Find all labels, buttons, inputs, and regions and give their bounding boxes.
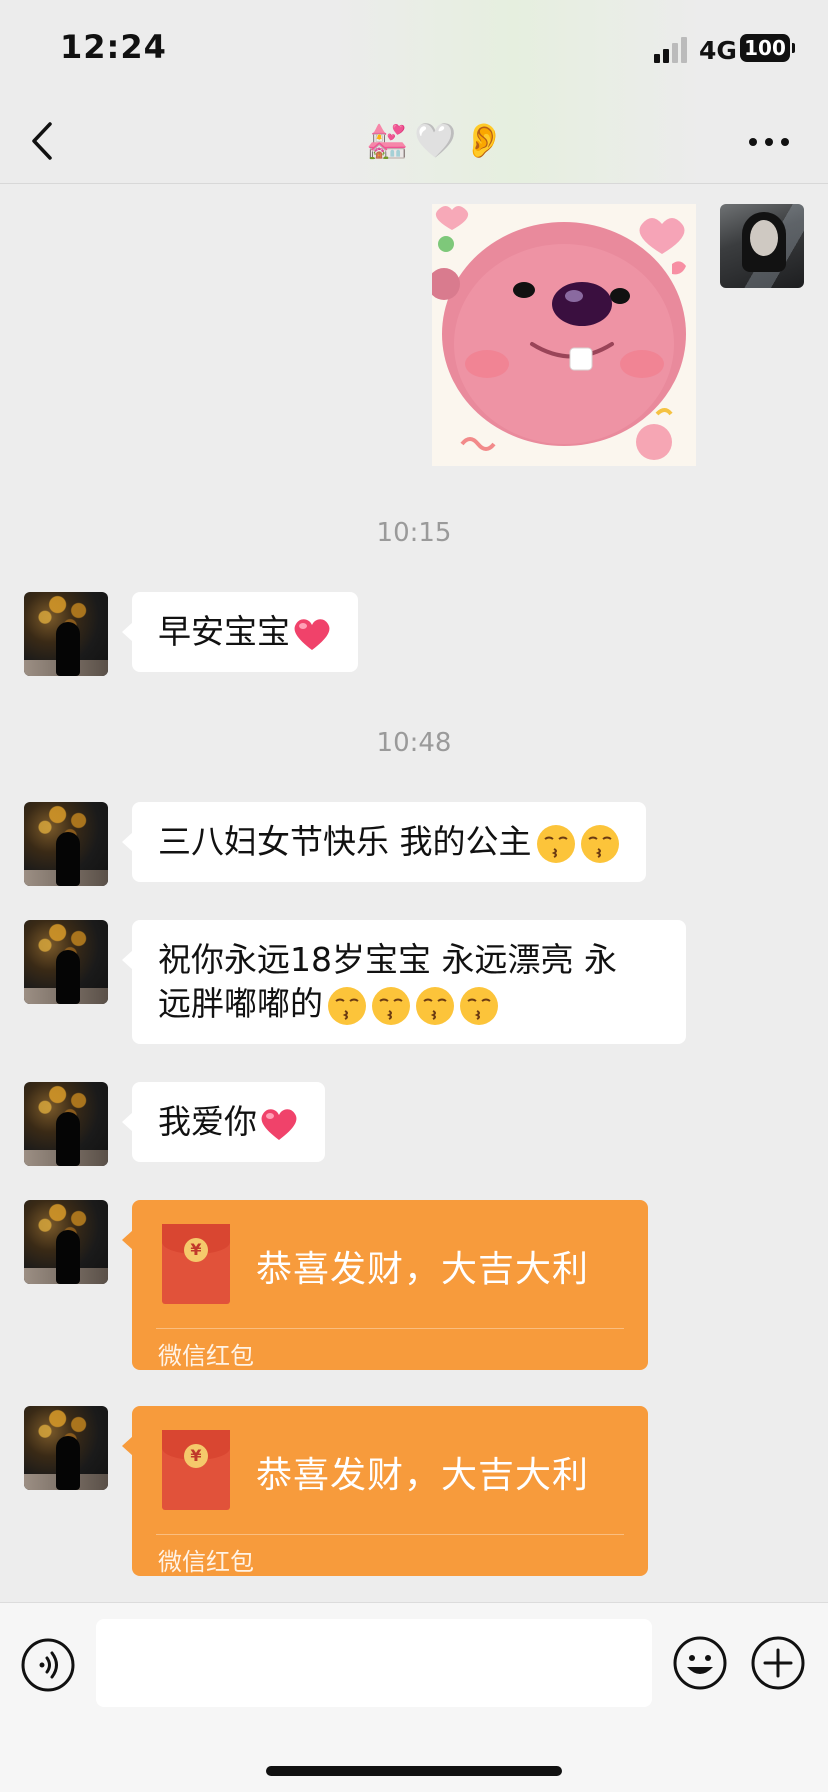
divider bbox=[156, 1534, 624, 1535]
red-packet-card[interactable]: ¥ 恭喜发财，大吉大利 微信红包 bbox=[122, 1406, 648, 1576]
chat-input-bar bbox=[0, 1602, 828, 1792]
divider bbox=[156, 1328, 624, 1329]
chat-header: 💒 🤍 👂 bbox=[0, 100, 828, 184]
message-bubble[interactable]: 三八妇女节快乐 我的公主 bbox=[122, 802, 646, 882]
message-text: 远胖嘟嘟的 bbox=[158, 984, 323, 1023]
message-text: 我爱你 bbox=[158, 1102, 257, 1141]
contact-name: 💒 🤍 👂 bbox=[366, 116, 505, 166]
message-input[interactable] bbox=[96, 1619, 652, 1707]
friend-avatar[interactable] bbox=[24, 1406, 108, 1490]
timestamp: 10:15 bbox=[376, 518, 452, 548]
message-text-line: 远胖嘟嘟的 bbox=[158, 982, 660, 1026]
message-bubble[interactable]: 早安宝宝 bbox=[122, 592, 358, 672]
ear-icon: 👂 bbox=[462, 121, 506, 161]
status-bar: 12:24 4G 100 bbox=[0, 0, 828, 100]
red-packet-card[interactable]: ¥ 恭喜发财，大吉大利 微信红包 bbox=[122, 1200, 648, 1370]
more-options-icon[interactable] bbox=[744, 124, 794, 160]
network-type: 4G bbox=[699, 36, 737, 65]
white-heart-icon: 🤍 bbox=[414, 121, 457, 161]
red-envelope-icon: ¥ bbox=[162, 1430, 230, 1510]
timestamp: 10:48 bbox=[376, 728, 452, 758]
red-packet-title: 恭喜发财，大吉大利 bbox=[256, 1455, 590, 1496]
wedding-chapel-icon: 💒 bbox=[366, 121, 409, 161]
message-text-line: 祝你永远18岁宝宝 永远漂亮 永 bbox=[158, 940, 617, 979]
back-chevron-icon[interactable] bbox=[28, 118, 58, 164]
message-text: 三八妇女节快乐 我的公主 bbox=[158, 822, 532, 861]
red-packet-label: 微信红包 bbox=[158, 1342, 254, 1370]
red-packet-title: 恭喜发财，大吉大利 bbox=[256, 1249, 590, 1290]
kissing-face-emoji-icon bbox=[328, 986, 366, 1025]
friend-avatar[interactable] bbox=[24, 802, 108, 886]
friend-avatar[interactable] bbox=[24, 1082, 108, 1166]
kissing-face-emoji-icon bbox=[416, 986, 454, 1025]
message-bubble[interactable]: 我爱你 bbox=[122, 1082, 325, 1162]
kissing-face-emoji-icon bbox=[536, 824, 575, 863]
voice-input-icon[interactable] bbox=[20, 1637, 76, 1693]
message-bubble[interactable]: 祝你永远18岁宝宝 永远漂亮 永 远胖嘟嘟的 bbox=[122, 920, 686, 1044]
red-envelope-icon: ¥ bbox=[162, 1224, 230, 1304]
plus-circle-icon[interactable] bbox=[750, 1635, 806, 1691]
message-text: 早安宝宝 bbox=[158, 612, 290, 651]
home-indicator[interactable] bbox=[266, 1766, 562, 1776]
battery-icon: 100 bbox=[740, 34, 795, 62]
sent-sticker-image[interactable] bbox=[432, 204, 696, 466]
friend-avatar[interactable] bbox=[24, 592, 108, 676]
red-packet-label: 微信红包 bbox=[158, 1548, 254, 1576]
pink-beaver-sticker bbox=[432, 204, 696, 466]
kissing-face-emoji-icon bbox=[460, 986, 498, 1025]
red-heart-emoji-icon bbox=[294, 618, 330, 650]
cellular-signal-icon bbox=[654, 37, 687, 63]
my-avatar[interactable] bbox=[720, 204, 804, 288]
friend-avatar[interactable] bbox=[24, 920, 108, 1004]
kissing-face-emoji-icon bbox=[580, 824, 619, 863]
red-heart-emoji-icon bbox=[261, 1108, 297, 1140]
yuan-coin-icon: ¥ bbox=[184, 1444, 208, 1468]
kissing-face-emoji-icon bbox=[372, 986, 410, 1025]
emoji-face-icon[interactable] bbox=[672, 1635, 728, 1691]
yuan-coin-icon: ¥ bbox=[184, 1238, 208, 1262]
status-time: 12:24 bbox=[60, 28, 167, 66]
friend-avatar[interactable] bbox=[24, 1200, 108, 1284]
